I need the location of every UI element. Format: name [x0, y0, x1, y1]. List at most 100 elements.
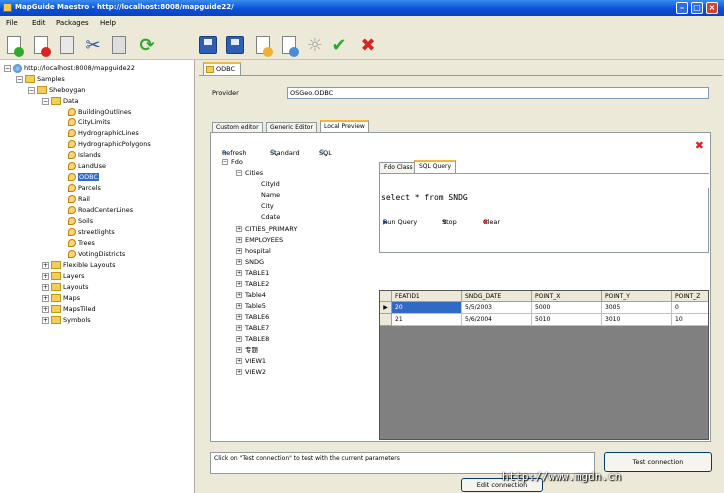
test-connection-button[interactable]: Test connection [604, 452, 712, 472]
tree-item[interactable]: HydrographicLines [68, 128, 139, 139]
schema-class-cities[interactable]: − Cities [236, 168, 263, 178]
row-selector-icon[interactable]: ▶ [380, 302, 392, 314]
grid-cell[interactable]: 3010 [602, 314, 672, 326]
expand-icon[interactable]: + [236, 248, 242, 254]
schema-class[interactable]: + Table5 [236, 301, 266, 311]
grid-cell[interactable]: 5/6/2004 [462, 314, 532, 326]
grid-cell[interactable]: 5/5/2003 [462, 302, 532, 314]
grid-cell[interactable]: 20 [392, 302, 462, 314]
tree-folder[interactable]: + Maps [42, 293, 80, 304]
minimize-button[interactable]: – [676, 2, 688, 14]
grid-cell[interactable]: 21 [392, 314, 462, 326]
collapse-icon[interactable]: − [16, 75, 23, 83]
delete-resource-button[interactable] [30, 34, 52, 57]
tree-folder[interactable]: + Flexible Layouts [42, 260, 116, 271]
tree-item[interactable]: Rail [68, 194, 90, 205]
tree-folder[interactable]: + MapsTiled [42, 304, 96, 315]
schema-class[interactable]: + TABLE6 [236, 312, 269, 322]
tree-item[interactable]: LandUse [68, 161, 106, 172]
close-preview-icon[interactable]: ✖ [695, 139, 704, 152]
save-button[interactable] [197, 34, 219, 56]
expand-icon[interactable]: + [236, 347, 242, 353]
tree-item[interactable]: Parcels [68, 183, 101, 194]
schema-class[interactable]: + SNDG [236, 257, 264, 267]
menu-help[interactable]: Help [100, 19, 116, 27]
expand-icon[interactable]: + [236, 226, 242, 232]
schema-class[interactable]: + EMPLOYEES [236, 235, 283, 245]
accept-button[interactable]: ✔ [328, 34, 350, 56]
new-resource-button[interactable] [3, 34, 25, 57]
profile-button[interactable] [278, 34, 300, 57]
tree-samples[interactable]: − Samples [16, 74, 65, 85]
schema-field[interactable]: Cdate [261, 212, 280, 222]
tree-item[interactable]: streetlights [68, 227, 115, 238]
grid-header[interactable]: POINT_Z [672, 291, 708, 302]
grid-cell[interactable]: 5000 [532, 302, 602, 314]
expand-icon[interactable]: + [236, 259, 242, 265]
copy-button[interactable] [56, 34, 78, 56]
menu-packages[interactable]: Packages [56, 19, 89, 27]
sql-query-input[interactable] [379, 173, 710, 253]
expand-icon[interactable]: + [42, 272, 49, 280]
collapse-icon[interactable]: − [4, 64, 11, 72]
cancel-button[interactable]: ✖ [357, 34, 379, 56]
expand-icon[interactable]: + [236, 303, 242, 309]
tree-item[interactable]: VotingDistricts [68, 249, 125, 260]
schema-field[interactable]: Name [261, 190, 280, 200]
expand-icon[interactable]: + [236, 281, 242, 287]
schema-class[interactable]: + 专题 [236, 345, 258, 355]
grid-header[interactable]: FEATID1 [392, 291, 462, 302]
schema-field[interactable]: City [261, 201, 274, 211]
grid-header[interactable]: SNDG_DATE [462, 291, 532, 302]
expand-icon[interactable]: + [236, 358, 242, 364]
tree-item[interactable]: Trees [68, 238, 95, 249]
schema-root[interactable]: − Fdo [222, 157, 243, 167]
expand-icon[interactable]: + [236, 325, 242, 331]
schema-class[interactable]: + TABLE8 [236, 334, 269, 344]
expand-icon[interactable]: + [42, 294, 49, 302]
paste-button[interactable] [108, 34, 130, 56]
tree-server[interactable]: − http://localhost:8008/mapguide22 [4, 63, 135, 74]
schema-class[interactable]: + CITIES_PRIMARY [236, 224, 297, 234]
schema-class[interactable]: + TABLE7 [236, 323, 269, 333]
tree-folder[interactable]: + Layouts [42, 282, 88, 293]
sql-query-text[interactable]: select * from SNDG [381, 193, 468, 202]
collapse-icon[interactable]: − [42, 97, 49, 105]
menu-file[interactable]: File [6, 19, 18, 27]
resource-tree[interactable]: − http://localhost:8008/mapguide22 − Sampl… [0, 60, 195, 493]
cut-button[interactable]: ✂ [82, 34, 104, 56]
refresh-button[interactable]: ⟳ [136, 34, 158, 56]
document-tab[interactable]: ODBC [203, 62, 241, 76]
maximize-button[interactable]: □ [691, 2, 703, 14]
results-grid[interactable]: FEATID1 SNDG_DATE POINT_X POINT_Y POINT_… [379, 290, 709, 440]
grid-header[interactable]: POINT_X [532, 291, 602, 302]
grid-cell[interactable]: 0 [672, 302, 708, 314]
grid-cell[interactable]: 10 [672, 314, 708, 326]
tree-item[interactable]: RoadCenterLines [68, 205, 133, 216]
tree-sheboygan[interactable]: − Sheboygan [28, 85, 85, 96]
tree-folder[interactable]: + Symbols [42, 315, 91, 326]
tree-item[interactable]: Islands [68, 150, 101, 161]
expand-icon[interactable]: + [42, 283, 49, 291]
tree-data[interactable]: − Data [42, 96, 79, 107]
expand-icon[interactable]: + [236, 369, 242, 375]
grid-header[interactable]: POINT_Y [602, 291, 672, 302]
tab-sql-query[interactable]: SQL Query [414, 160, 457, 173]
expand-icon[interactable]: + [236, 292, 242, 298]
tree-item[interactable]: CityLimits [68, 117, 110, 128]
schema-field[interactable]: CityId [261, 179, 280, 189]
provider-field[interactable]: OSGeo.ODBC [287, 87, 709, 99]
collapse-icon[interactable]: − [28, 86, 35, 94]
tab-fdo-class[interactable]: Fdo Class [379, 162, 418, 173]
schema-class[interactable]: + TABLE1 [236, 268, 269, 278]
validate-button[interactable]: ☼ [304, 34, 326, 56]
menu-edit[interactable]: Edit [32, 19, 46, 27]
expand-icon[interactable]: + [236, 237, 242, 243]
tree-folder[interactable]: + Layers [42, 271, 85, 282]
close-button[interactable]: × [706, 2, 718, 14]
tree-item-selected[interactable]: ODBC [68, 172, 100, 183]
row-header[interactable] [380, 314, 392, 326]
expand-icon[interactable]: + [42, 316, 49, 324]
schema-class[interactable]: + VIEW2 [236, 367, 266, 377]
expand-icon[interactable]: + [236, 336, 242, 342]
